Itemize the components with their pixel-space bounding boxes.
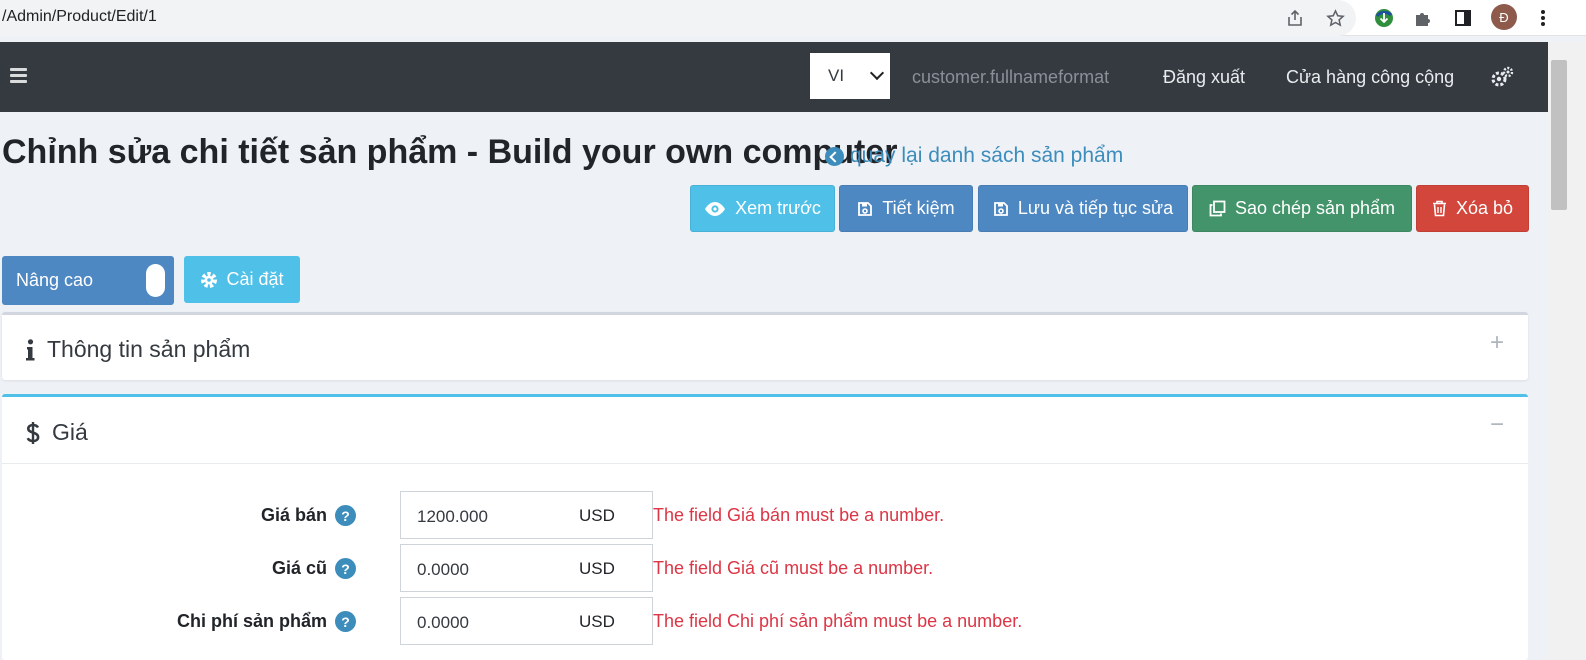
- price-validation-error: The field Giá bán must be a number.: [653, 505, 945, 525]
- price-input-value: 1200.000: [417, 507, 488, 526]
- question-help-icon[interactable]: ?: [335, 611, 356, 632]
- price-panel-header[interactable]: Giá: [26, 419, 88, 446]
- product-cost-field-row: Chi phí sản phẩm ? 0.0000 USD The field …: [2, 597, 1528, 645]
- preview-button[interactable]: Xem trước: [690, 185, 835, 232]
- download-manager-icon[interactable]: [1372, 6, 1396, 30]
- copy-icon: [1209, 200, 1226, 217]
- product-info-panel-header[interactable]: Thông tin sản phẩm: [26, 336, 250, 363]
- page-title: Chỉnh sửa chi tiết sản phẩm - Build your…: [2, 133, 898, 171]
- settings-button-label: Cài đặt: [226, 269, 284, 289]
- scrollbar-thumb[interactable]: [1551, 60, 1567, 210]
- share-icon[interactable]: [1283, 6, 1307, 30]
- user-name: customer.fullnameformat: [912, 67, 1110, 87]
- old-price-input[interactable]: 0.0000 USD: [400, 544, 653, 592]
- address-bar[interactable]: /Admin/Product/Edit/1: [0, 0, 1356, 36]
- settings-button[interactable]: Cài đặt: [184, 256, 300, 303]
- browser-toolbar: /Admin/Product/Edit/1 Đ: [0, 0, 1586, 36]
- gears-icon[interactable]: [1490, 66, 1516, 88]
- price-field-label-text: Giá bán: [260, 505, 327, 525]
- question-help-icon[interactable]: ?: [335, 505, 356, 526]
- expand-plus-icon[interactable]: +: [1490, 329, 1504, 357]
- dollar-icon: [26, 421, 40, 444]
- public-store-link[interactable]: Cửa hàng công cộng: [1286, 67, 1454, 88]
- back-to-list-link[interactable]: quay lại danh sách sản phẩm: [825, 144, 1123, 168]
- arrow-circle-left-icon: [825, 146, 844, 166]
- old-price-input-unit: USD: [579, 559, 615, 578]
- product-cost-field-label-text: Chi phí sản phẩm: [176, 611, 327, 631]
- price-panel: Giá − Giá bán ? 1200.000 USD The field G…: [2, 394, 1528, 660]
- old-price-input-value: 0.0000: [417, 560, 469, 579]
- bookmark-star-icon[interactable]: [1323, 6, 1347, 30]
- price-field-label: Giá bán ?: [261, 505, 356, 526]
- panel-divider: [2, 463, 1528, 464]
- copy-product-button[interactable]: Sao chép sản phẩm: [1192, 185, 1412, 232]
- product-cost-input-value: 0.0000: [417, 613, 469, 632]
- chevron-down-icon: [869, 65, 885, 81]
- address-url: /Admin/Product/Edit/1: [2, 8, 157, 25]
- floppy-disk-icon: [858, 201, 873, 216]
- preview-button-label: Xem trước: [735, 198, 821, 218]
- language-select-value: VI: [828, 66, 845, 85]
- price-field-row: Giá bán ? 1200.000 USD The field Giá bán…: [2, 491, 1528, 539]
- price-input[interactable]: 1200.000 USD: [400, 491, 653, 539]
- extensions-puzzle-icon[interactable]: [1411, 6, 1435, 30]
- product-info-panel: Thông tin sản phẩm +: [2, 312, 1528, 380]
- old-price-field-label-text: Giá cũ: [271, 558, 327, 578]
- save-continue-button[interactable]: Lưu và tiếp tục sửa: [978, 185, 1188, 232]
- browser-menu-icon[interactable]: [1531, 6, 1555, 30]
- menu-toggle-icon[interactable]: [10, 68, 27, 84]
- profile-avatar[interactable]: Đ: [1491, 4, 1517, 30]
- save-continue-button-label: Lưu và tiếp tục sửa: [1017, 198, 1174, 218]
- advanced-mode-toggle[interactable]: Nâng cao: [2, 256, 174, 305]
- product-cost-validation-error: The field Chi phí sản phẩm must be a num…: [653, 611, 1023, 631]
- floppy-disk-icon: [994, 201, 1008, 216]
- info-icon: [26, 338, 35, 360]
- product-cost-field-label: Chi phí sản phẩm ?: [177, 611, 356, 632]
- product-info-panel-title: Thông tin sản phẩm: [47, 336, 251, 362]
- price-panel-title: Giá: [52, 419, 88, 445]
- save-button-label: Tiết kiệm: [882, 198, 955, 218]
- product-cost-input-unit: USD: [579, 612, 615, 631]
- language-select[interactable]: VI: [810, 53, 890, 99]
- advanced-mode-label: Nâng cao: [16, 270, 94, 290]
- trash-icon: [1432, 200, 1446, 217]
- gear-icon: [201, 271, 218, 288]
- save-button[interactable]: Tiết kiệm: [839, 185, 973, 232]
- collapse-minus-icon[interactable]: −: [1490, 411, 1504, 439]
- old-price-validation-error: The field Giá cũ must be a number.: [653, 558, 934, 578]
- price-input-unit: USD: [579, 506, 615, 525]
- eye-icon: [705, 201, 726, 216]
- logout-link[interactable]: Đăng xuất: [1163, 67, 1245, 88]
- delete-button-label: Xóa bỏ: [1455, 198, 1514, 218]
- product-cost-input[interactable]: 0.0000 USD: [400, 597, 653, 645]
- toggle-knob: [146, 264, 165, 297]
- back-to-list-label: quay lại danh sách sản phẩm: [850, 144, 1124, 167]
- copy-product-button-label: Sao chép sản phẩm: [1234, 198, 1396, 218]
- delete-button[interactable]: Xóa bỏ: [1416, 185, 1529, 232]
- question-help-icon[interactable]: ?: [335, 558, 356, 579]
- old-price-field-row: Giá cũ ? 0.0000 USD The field Giá cũ mus…: [2, 544, 1528, 592]
- old-price-field-label: Giá cũ ?: [272, 558, 356, 579]
- side-panel-icon[interactable]: [1451, 6, 1475, 30]
- admin-header: VI customer.fullnameformat Đăng xuất Cửa…: [0, 42, 1548, 112]
